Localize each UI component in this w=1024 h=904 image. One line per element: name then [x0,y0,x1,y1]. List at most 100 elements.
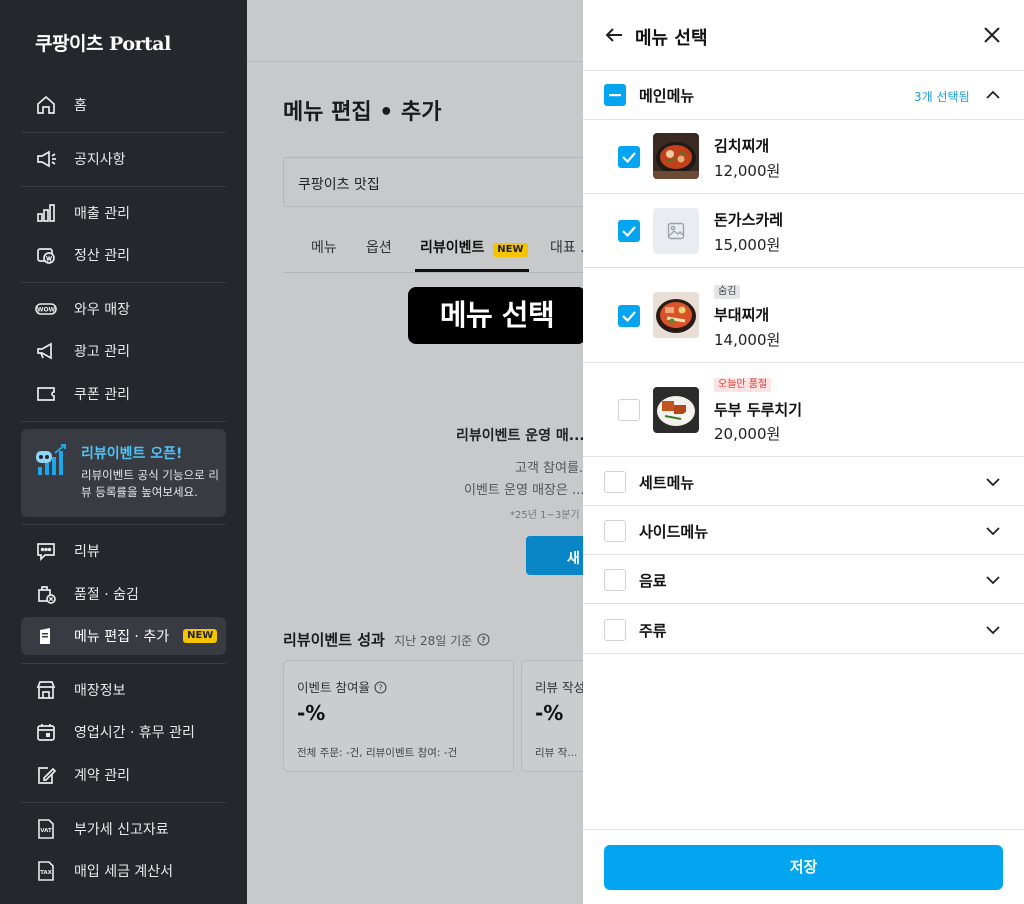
card-label-text: 이벤트 참여율 [297,680,370,695]
chevron-up-icon[interactable] [984,86,1002,104]
vat-document-icon: VAT [35,818,57,840]
menu-thumbnail [653,387,699,433]
close-icon[interactable] [981,24,1003,46]
card-footnote: 리뷰 작... [535,747,578,759]
help-circle-icon[interactable]: ? [374,680,387,695]
event-heading: 리뷰이벤트 운영 매... [456,428,583,444]
group-label: 메인메뉴 [639,87,695,105]
page-title: 메뉴 편집 • 추가 [283,100,442,125]
item-checkbox-unchecked[interactable] [618,399,640,421]
chevron-down-icon[interactable] [984,621,1002,639]
performance-title-text: 리뷰이벤트 성과 [283,631,385,649]
new-badge: NEW [493,243,528,257]
sidebar-item-home[interactable]: 홈 [21,86,226,124]
sidebar-item-wow-store[interactable]: WOW 와우 매장 [21,290,226,328]
tab-menu[interactable]: 메뉴 [311,237,337,257]
sidebar-item-label: 매입 세금 계산서 [74,864,174,880]
hidden-tag: 숨김 [714,285,741,299]
tab-representative[interactable]: 대표 ... [550,237,583,257]
review-event-promo[interactable]: 리뷰이벤트 오픈! 리뷰이벤트 공식 기능으로 리뷰 등록률을 높여보세요. [21,429,226,517]
group-label: 주류 [639,622,667,640]
panel-footer: 저장 [583,829,1024,904]
group-label: 사이드메뉴 [639,523,709,541]
menu-name: 돈가스카레 [714,211,784,229]
home-icon [35,94,57,116]
sidebar-item-coupon[interactable]: 쿠폰 관리 [21,375,226,413]
soldout-today-tag: 오늘만 품절 [714,378,772,392]
review-rate-card: 리뷰 작성... -% 리뷰 작... [521,660,583,772]
sidebar-item-review[interactable]: 리뷰 [21,532,226,570]
promo-description: 리뷰이벤트 공식 기능으로 리뷰 등록률을 높여보세요. [81,468,219,499]
menu-price: 12,000원 [714,162,781,180]
sidebar-item-store-info[interactable]: 매장정보 [21,671,226,709]
sidebar-item-label: 영업시간 · 휴무 관리 [74,725,195,741]
sidebar-item-ads[interactable]: 광고 관리 [21,332,226,370]
sidebar-item-label: 공지사항 [74,152,126,168]
card-label: 리뷰 작성... [535,680,583,695]
tab-options[interactable]: 옵션 [366,237,392,257]
ad-megaphone-icon [35,340,57,362]
divider [21,282,226,283]
sidebar-item-vat[interactable]: VAT 부가세 신고자료 [21,810,226,848]
menu-item-row[interactable]: 김치찌개 12,000원 [583,120,1024,194]
sidebar-item-label: 계약 관리 [74,768,130,784]
group-main-menu[interactable]: 메인메뉴 3개 선택됨 [583,71,1024,120]
sidebar-item-settlement[interactable]: 정산 관리 [21,236,226,274]
brand-logo[interactable]: 쿠팡이츠 Portal [35,29,171,56]
help-circle-icon[interactable]: ? [477,631,490,649]
sidebar-item-notice[interactable]: 공지사항 [21,140,226,178]
item-checkbox-checked[interactable] [618,220,640,242]
menu-thumbnail [653,292,699,338]
group-side-menu[interactable]: 사이드메뉴 [583,506,1024,555]
sidebar-item-label: 쿠폰 관리 [74,387,130,403]
divider [21,186,226,187]
sidebar-item-sales[interactable]: 매출 관리 [21,194,226,232]
sidebar-item-label: 와우 매장 [74,302,130,318]
participation-rate-card: 이벤트 참여율 ? -% 전체 주문: -건, 리뷰이벤트 참여: -건 [283,660,514,772]
wallet-won-icon [35,244,57,266]
menu-price: 14,000원 [714,331,781,349]
group-checkbox-unchecked[interactable] [604,520,626,542]
menu-item-row[interactable]: 숨김 부대찌개 14,000원 [583,268,1024,363]
group-alcohol[interactable]: 주류 [583,605,1024,654]
save-button[interactable]: 저장 [604,845,1003,890]
group-checkbox-unchecked[interactable] [604,569,626,591]
group-set-menu[interactable]: 세트메뉴 [583,457,1024,506]
sidebar-item-contract[interactable]: 계약 관리 [21,756,226,794]
menu-item-row[interactable]: 오늘만 품절 두부 두루치기 20,000원 [583,363,1024,457]
menu-select-panel: 메뉴 선택 메인메뉴 3개 선택됨 김치찌개 12,000원 돈가스카레 15,… [583,0,1024,904]
sidebar-item-label: 부가세 신고자료 [74,822,169,838]
bag-x-icon [35,583,57,605]
store-selector[interactable]: 쿠팡이츠 맛집 [283,157,583,207]
item-checkbox-checked[interactable] [618,146,640,168]
chevron-down-icon[interactable] [984,473,1002,491]
group-label: 음료 [639,572,667,590]
group-checkbox-unchecked[interactable] [604,471,626,493]
sidebar-item-business-hours[interactable]: 영업시간 · 휴무 관리 [21,713,226,751]
group-checkbox-partial[interactable] [604,84,626,106]
svg-text:VAT: VAT [40,828,52,834]
divider [21,524,226,525]
tab-review-event[interactable]: 리뷰이벤트 NEW [420,237,528,257]
group-drinks[interactable]: 음료 [583,555,1024,604]
menu-name: 두부 두루치기 [714,401,803,419]
sidebar-item-soldout-hide[interactable]: 품절 · 숨김 [21,575,226,613]
item-checkbox-checked[interactable] [618,305,640,327]
new-event-button[interactable]: 새 [526,536,583,575]
sidebar-item-label: 정산 관리 [74,248,130,264]
panel-title: 메뉴 선택 [635,28,708,49]
sidebar-item-label: 품절 · 숨김 [74,587,139,603]
chevron-down-icon[interactable] [984,522,1002,540]
svg-text:?: ? [378,684,382,693]
wow-icon: WOW [35,298,57,320]
sidebar-item-menu-edit[interactable]: 메뉴 편집 · 추가 NEW [21,617,226,655]
sidebar-item-tax-invoice[interactable]: TAX 매입 세금 계산서 [21,852,226,890]
brand-main-text: 쿠팡이츠 [35,33,103,55]
back-arrow-icon[interactable] [603,24,625,46]
divider [21,663,226,664]
brand-portal-text: Portal [109,33,171,55]
tab-label: 리뷰이벤트 [420,240,485,256]
menu-item-row[interactable]: 돈가스카레 15,000원 [583,194,1024,268]
chevron-down-icon[interactable] [984,571,1002,589]
group-checkbox-unchecked[interactable] [604,619,626,641]
